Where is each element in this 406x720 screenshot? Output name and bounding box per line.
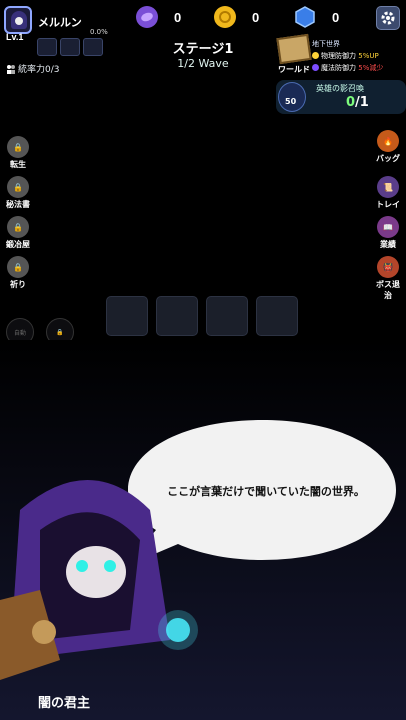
hero-slots [106, 296, 298, 336]
area-effects: 地下世界 物理防御力 5%UP 魔法防御力 5%減少 [312, 40, 384, 72]
boss-icon: 👹 [377, 256, 399, 278]
map-icon [276, 33, 312, 65]
lock-icon: 🔒 [7, 176, 29, 198]
magic-icon [312, 64, 319, 71]
lock-icon: 🔒 [7, 256, 29, 278]
exp-percent: 0.0% [90, 28, 108, 36]
player-avatar[interactable] [4, 6, 32, 34]
hero-sprite [64, 146, 113, 197]
hero-slot[interactable] [106, 296, 148, 336]
hero-slot[interactable] [206, 296, 248, 336]
gear-icon [381, 11, 395, 25]
scroll-icon: 📖 [377, 216, 399, 238]
dialog-text: ここが言葉だけで聞いていた闇の世界。 [167, 485, 365, 498]
orb-count: 0 [174, 9, 182, 25]
side-button-blacksmith[interactable]: 🔒 鍛冶屋 [4, 216, 32, 250]
lock-icon: 🔒 [7, 216, 29, 238]
gem-icon [294, 6, 316, 28]
shield-icon [312, 52, 319, 59]
bag-icon: 🔥 [377, 130, 399, 152]
currency-coin: 0 [214, 6, 259, 28]
lock-icon: 🔒 [56, 328, 64, 336]
skeleton-enemy-sprite [290, 154, 338, 199]
book-icon: 📜 [377, 176, 399, 198]
top-hud: Lv.1 メルルン 0.0% 統率力0/3 0 0 0 [0, 0, 406, 75]
side-button-tray[interactable]: 📜 トレイ [374, 176, 402, 210]
side-button-bag[interactable]: 🔥 バッグ [374, 130, 402, 164]
side-button-reincarnation[interactable]: 🔒 転生 [4, 136, 32, 170]
dialog-backdrop [0, 340, 406, 720]
coin-count: 0 [252, 9, 260, 25]
side-button-prayer[interactable]: 🔒 祈り [4, 256, 32, 290]
side-button-boss[interactable]: 👹 ボス退治 [374, 256, 402, 301]
side-button-achievements[interactable]: 📖 業績 [374, 216, 402, 250]
currency-orb: 0 [136, 6, 181, 28]
gem-count: 0 [332, 9, 340, 25]
orb-icon [136, 6, 158, 28]
speaker-name: 闇の君主 [38, 696, 91, 711]
hero-slot[interactable] [156, 296, 198, 336]
coin-icon [214, 6, 236, 28]
hero-slot[interactable] [256, 296, 298, 336]
world-map-button[interactable]: ワールド [276, 33, 312, 76]
side-button-grimoire[interactable]: 🔒 秘法書 [4, 176, 32, 210]
player-name: メルルン [38, 16, 82, 29]
settings-button[interactable] [376, 6, 400, 30]
hero-shadow-summon[interactable]: 50 英雄の影召喚 0/1 [276, 80, 406, 114]
currency-gem: 0 [294, 6, 339, 28]
lock-icon: 🔒 [7, 136, 29, 158]
